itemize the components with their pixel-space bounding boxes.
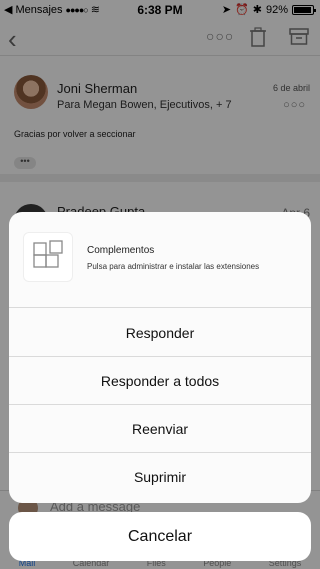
addins-subtitle: Pulsa para administrar e instalar las ex… <box>87 262 260 271</box>
cancel-button[interactable]: Cancelar <box>9 512 311 561</box>
action-sheet: Complementos Pulsa para administrar e in… <box>9 212 311 503</box>
addins-row[interactable]: Complementos Pulsa para administrar e in… <box>9 212 311 308</box>
reply-button[interactable]: Responder <box>9 309 311 357</box>
addins-grid-icon <box>23 232 73 282</box>
forward-button[interactable]: Reenviar <box>9 405 311 453</box>
addins-title: Complementos <box>87 245 155 256</box>
delete-button[interactable]: Suprimir <box>9 453 311 501</box>
reply-all-button[interactable]: Responder a todos <box>9 357 311 405</box>
